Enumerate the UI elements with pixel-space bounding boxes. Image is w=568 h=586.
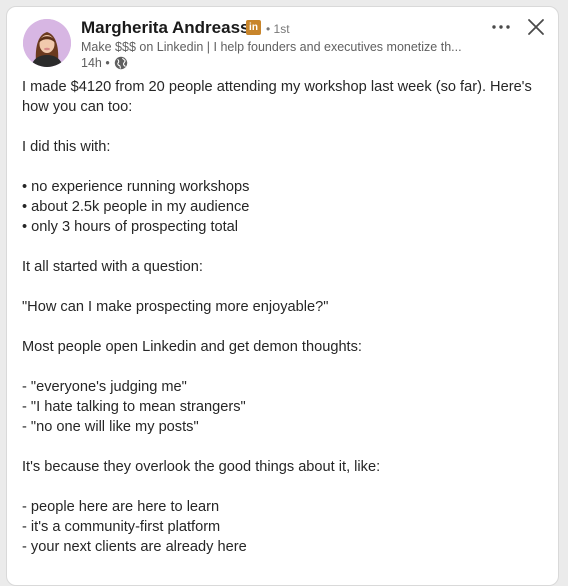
post-text-line: - "everyone's judging me": [22, 379, 187, 395]
post-blank-line: [22, 277, 550, 297]
post-text-line: • about 2.5k people in my audience: [22, 199, 250, 215]
post-text-line: - "no one will like my posts": [22, 419, 199, 435]
globe-icon: [114, 56, 128, 70]
close-icon: [528, 19, 544, 35]
post-text-line: • only 3 hours of prospecting total: [22, 219, 239, 235]
post-text-line: how you can too:: [22, 99, 133, 115]
post-blank-line: [22, 437, 550, 457]
post-blank-line: [22, 237, 550, 257]
post-meta: 14h •: [81, 55, 128, 71]
post-text-line: Most people open Linkedin and get demon …: [22, 339, 362, 355]
post-body: I made $4120 from 20 people attending my…: [22, 77, 550, 557]
post-blank-line: [22, 477, 550, 497]
more-horizontal-icon: [492, 25, 510, 29]
post-blank-line: [22, 317, 550, 337]
post-text-line: It's because they overlook the good thin…: [22, 459, 381, 475]
post-text-line: - it's a community-first platform: [22, 519, 221, 535]
post-text-line: - your next clients are already here: [22, 539, 247, 555]
author-name[interactable]: Margherita Andreassi: [81, 18, 254, 38]
connection-degree: • 1st: [266, 22, 290, 36]
post-timestamp: 14h •: [81, 56, 110, 70]
linkedin-badge-icon: in: [246, 20, 261, 35]
post-text-line: I made $4120 from 20 people attending my…: [22, 79, 532, 95]
more-options-button[interactable]: [489, 17, 513, 37]
post-card: Margherita Andreassi in • 1st Make $$$ o…: [6, 6, 559, 586]
post-text-line: - "I hate talking to mean strangers": [22, 399, 246, 415]
post-text-line: I did this with:: [22, 139, 111, 155]
post-text-line: • no experience running workshops: [22, 179, 250, 195]
post-text-line: It all started with a question:: [22, 259, 203, 275]
post-blank-line: [22, 357, 550, 377]
post-blank-line: [22, 157, 550, 177]
post-text-line: - people here are here to learn: [22, 499, 220, 515]
close-button[interactable]: [525, 16, 547, 38]
author-headline: Make $$$ on Linkedin | I help founders a…: [81, 40, 462, 54]
post-blank-line: [22, 117, 550, 137]
post-text-line: "How can I make prospecting more enjoyab…: [22, 299, 329, 315]
avatar[interactable]: [23, 19, 71, 67]
